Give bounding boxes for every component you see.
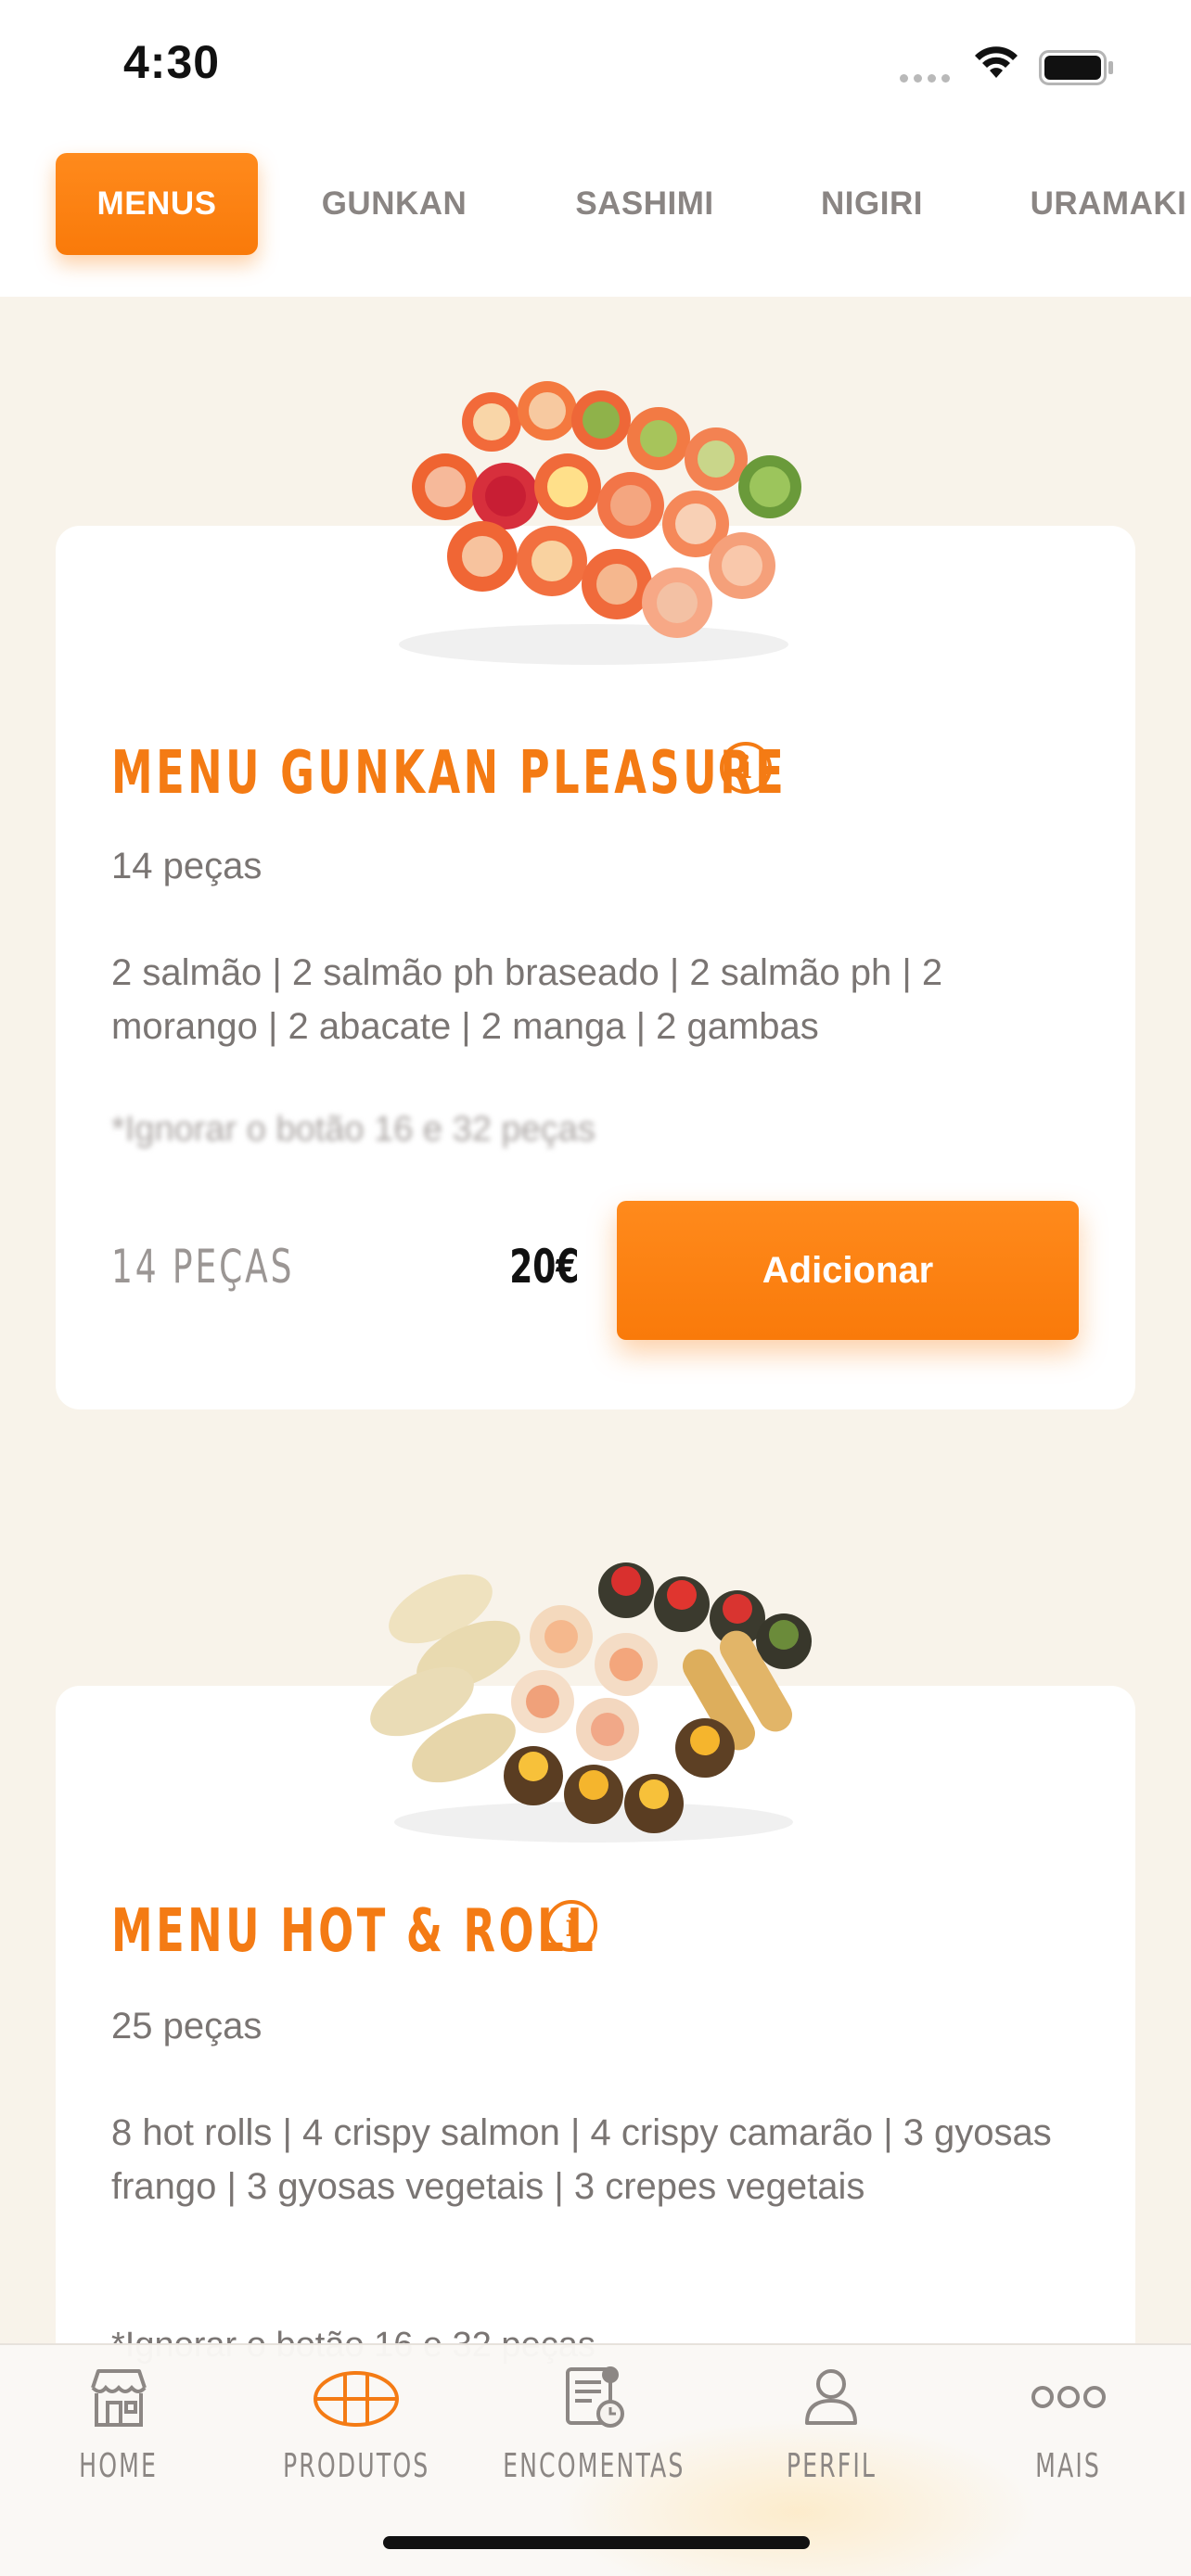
- product-pieces: 14 peças: [111, 846, 263, 886]
- nav-label: MAIS: [1035, 2447, 1102, 2485]
- status-time: 4:30: [123, 36, 221, 88]
- nav-produtos[interactable]: PRODUTOS: [263, 2364, 449, 2485]
- product-description: 2 salmão | 2 salmão ph braseado | 2 salm…: [111, 952, 943, 1047]
- status-bar: 4:30: [0, 0, 1191, 139]
- product-pieces: 25 peças: [111, 2006, 263, 2047]
- nav-label: PERFIL: [786, 2447, 877, 2485]
- home-indicator[interactable]: [383, 2536, 810, 2549]
- nav-perfil[interactable]: PERFIL: [738, 2364, 924, 2485]
- nav-label: HOME: [79, 2447, 159, 2485]
- hot-roll-platter-image[interactable]: [348, 1525, 839, 1859]
- nav-encomentas[interactable]: ENCOMENTAS: [501, 2364, 686, 2485]
- app-screen: 4:30 MENUS GUNKAN SASHIMI NIGIRI URAMAKI…: [0, 0, 1191, 2576]
- orders-icon: [566, 2366, 624, 2428]
- sushi-platter-image[interactable]: [352, 366, 835, 682]
- nav-mais[interactable]: MAIS: [976, 2364, 1161, 2485]
- sushi-icon: [314, 2371, 399, 2427]
- tab-gunkan[interactable]: GUNKAN: [306, 153, 482, 255]
- product-title: MENU GUNKAN PLEASURE: [111, 739, 788, 808]
- info-icon[interactable]: i: [720, 742, 772, 794]
- store-icon: [91, 2369, 147, 2427]
- tab-menus[interactable]: MENUS: [56, 153, 258, 255]
- nav-label: ENCOMENTAS: [502, 2447, 685, 2485]
- tab-nigiri[interactable]: NIGIRI: [798, 153, 946, 255]
- signal-icon: [900, 74, 950, 83]
- product-title: MENU HOT & ROLL: [111, 1897, 597, 1966]
- add-button[interactable]: Adicionar: [617, 1201, 1079, 1340]
- pieces-label: 14 PEÇAS: [111, 1240, 295, 1294]
- nav-label: PRODUTOS: [282, 2447, 430, 2485]
- wifi-icon: [975, 46, 1018, 78]
- product-note: *Ignorar o botão 16 e 32 peças: [111, 1110, 596, 1149]
- profile-icon: [805, 2369, 857, 2425]
- battery-icon: [1039, 50, 1113, 85]
- category-tabs: MENUS GUNKAN SASHIMI NIGIRI URAMAKI: [0, 139, 1191, 297]
- nav-home[interactable]: HOME: [26, 2364, 211, 2485]
- tab-sashimi[interactable]: SASHIMI: [557, 153, 733, 255]
- tab-uramaki[interactable]: URAMAKI: [1016, 153, 1191, 255]
- product-price: 20€: [508, 1240, 579, 1294]
- info-icon[interactable]: i: [545, 1900, 597, 1952]
- more-icon: [1031, 2386, 1106, 2408]
- product-description: 8 hot rolls | 4 crispy salmon | 4 crispy…: [111, 2112, 1052, 2207]
